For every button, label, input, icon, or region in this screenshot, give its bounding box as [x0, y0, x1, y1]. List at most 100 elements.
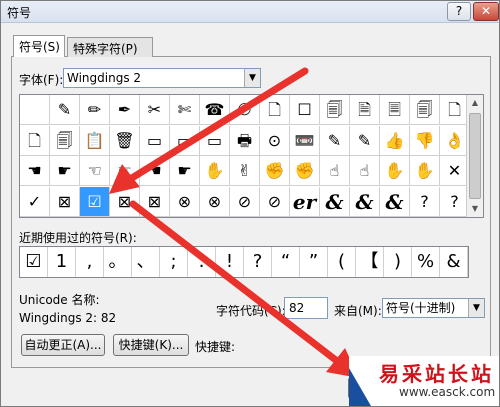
symbol-cell[interactable]: 🖶: [230, 125, 260, 156]
autocorrect-button[interactable]: 自动更正(A)...: [21, 334, 105, 356]
symbol-cell[interactable]: ⊗: [170, 186, 200, 217]
chevron-down-icon[interactable]: ▼: [468, 299, 484, 317]
symbol-cell[interactable]: ☞: [110, 156, 140, 186]
close-button[interactable]: ✕: [473, 2, 499, 21]
tab-symbols[interactable]: 符号(S): [13, 35, 65, 57]
symbol-cell[interactable]: ✎: [350, 125, 380, 156]
symbol-cell[interactable]: ☜: [80, 156, 110, 186]
scroll-thumb[interactable]: [469, 113, 481, 199]
recent-symbol-cell[interactable]: ?: [244, 247, 272, 277]
symbol-cell[interactable]: ✎: [50, 95, 80, 125]
symbol-cell[interactable]: ✋: [410, 156, 440, 186]
chevron-down-icon[interactable]: ▼: [244, 69, 260, 87]
symbol-cell[interactable]: 🗐: [320, 95, 350, 125]
recent-symbol-cell[interactable]: !: [216, 247, 244, 277]
unicode-name-label: Unicode 名称:: [19, 293, 100, 307]
recent-symbol-cell[interactable]: 【: [356, 247, 384, 277]
recent-symbol-cell[interactable]: &: [440, 247, 468, 277]
symbol-grid: ✎ ✏ ✒ ✂ ✄ ☎ ✆ 🗋 ☐ 🗐 🗎 🗏 🗐 🗋 🗋 🗐 📋 🗑 ▭ ▭ ▭ 🖶 ⊙ 📼 ✎ ✎ 👍 👎 👌 ☚ ☛ ☜ ☞ ☚ ☛ ✋ ✌ ✊ ✊ ☝…: [19, 94, 484, 218]
symbol-cell[interactable]: 🗎: [350, 95, 380, 125]
shortcut-label: 快捷键:: [195, 340, 236, 354]
symbol-cell[interactable]: ⊙: [260, 125, 290, 156]
watermark-logo-icon: [349, 368, 371, 406]
recent-symbol-cell[interactable]: ): [384, 247, 412, 277]
tab-special-characters[interactable]: 特殊字符(P): [67, 37, 153, 57]
scroll-up-icon[interactable]: ▲: [467, 95, 483, 111]
unicode-name-value: Wingdings 2: 82: [19, 311, 117, 325]
symbol-cell[interactable]: ☛: [170, 156, 200, 186]
symbol-cell[interactable]: 🗐: [50, 125, 80, 156]
symbol-cell[interactable]: ☐: [290, 95, 320, 125]
symbol-cell[interactable]: 🗏: [380, 95, 410, 125]
recent-symbol-cell[interactable]: %: [412, 247, 440, 277]
recent-symbol-cell[interactable]: ,: [76, 247, 104, 277]
symbol-cell[interactable]: ✂: [140, 95, 170, 125]
symbol-cell[interactable]: 👍: [380, 125, 410, 156]
symbol-cell[interactable]: ✊: [290, 156, 320, 186]
symbol-cell[interactable]: ✌: [230, 156, 260, 186]
recent-symbol-cell[interactable]: ;: [160, 247, 188, 277]
symbol-cell[interactable]: ✄: [170, 95, 200, 125]
symbol-cell[interactable]: 👎: [410, 125, 440, 156]
symbol-cell[interactable]: ✋: [380, 156, 410, 186]
font-select-value: Wingdings 2: [67, 71, 142, 85]
symbol-cell[interactable]: ✏: [80, 95, 110, 125]
recent-symbol-cell[interactable]: 、: [132, 247, 160, 277]
symbol-cell[interactable]: ⊠: [140, 186, 170, 217]
symbol-cell[interactable]: ✓: [20, 186, 50, 217]
symbol-cell[interactable]: &: [320, 186, 350, 217]
symbol-cell[interactable]: ☚: [140, 156, 170, 186]
from-label: 来自(M):: [334, 304, 382, 318]
symbol-cell[interactable]: ☑: [80, 186, 110, 217]
symbol-cell[interactable]: ☝: [320, 156, 350, 186]
recent-symbol-cell[interactable]: ☑: [20, 247, 48, 277]
symbol-cell[interactable]: ▭: [140, 125, 170, 156]
symbol-cell[interactable]: ⊠: [110, 186, 140, 217]
recent-symbol-cell[interactable]: :: [188, 247, 216, 277]
recent-symbol-cell[interactable]: “: [272, 247, 300, 277]
symbol-cell[interactable]: ☎: [200, 95, 230, 125]
symbol-grid-scrollbar[interactable]: ▲ ▼: [466, 95, 483, 217]
window-title: 符号: [7, 6, 32, 20]
symbol-cell[interactable]: ☚: [20, 156, 50, 186]
symbol-cell[interactable]: ▭: [170, 125, 200, 156]
symbol-cell[interactable]: ✆: [230, 95, 260, 125]
font-label: 字体(F):: [19, 73, 64, 87]
symbol-cell[interactable]: ✋: [200, 156, 230, 186]
symbol-cell[interactable]: ☛: [50, 156, 80, 186]
symbol-cell[interactable]: &: [350, 186, 380, 217]
font-select[interactable]: Wingdings 2 ▼: [63, 68, 261, 88]
symbol-cell[interactable]: 🗑: [110, 125, 140, 156]
symbol-cell[interactable]: 🗐: [410, 95, 440, 125]
title-bar: 符号 ? ✕: [1, 1, 499, 23]
symbol-cell[interactable]: &: [380, 186, 410, 217]
symbol-cell[interactable]: 🗋: [260, 95, 290, 125]
symbol-cell[interactable]: ☝: [350, 156, 380, 186]
symbol-cell[interactable]: ⊠: [50, 186, 80, 217]
symbol-cell[interactable]: ✊: [260, 156, 290, 186]
recent-symbol-cell[interactable]: 。: [104, 247, 132, 277]
symbol-cell[interactable]: er: [290, 186, 320, 217]
recent-symbols-label: 近期使用过的符号(R):: [19, 231, 137, 245]
recent-symbol-cell[interactable]: (: [328, 247, 356, 277]
symbol-cell[interactable]: ✒: [110, 95, 140, 125]
help-button[interactable]: ?: [447, 2, 471, 21]
symbol-cell[interactable]: [20, 95, 50, 125]
recent-symbol-cell[interactable]: ”: [300, 247, 328, 277]
symbol-cell[interactable]: ?: [410, 186, 440, 217]
symbol-cell[interactable]: ⊘: [260, 186, 290, 217]
from-select[interactable]: 符号(十进制) ▼: [382, 298, 485, 318]
symbol-cell[interactable]: ✎: [320, 125, 350, 156]
char-code-label: 字符代码(C):: [216, 304, 286, 318]
symbol-cell[interactable]: ⊘: [230, 186, 260, 217]
char-code-input[interactable]: 82: [284, 297, 328, 319]
symbol-cell[interactable]: 📼: [290, 125, 320, 156]
scroll-down-icon[interactable]: ▼: [467, 201, 483, 217]
symbol-cell[interactable]: 🗋: [20, 125, 50, 156]
watermark-title: 易采站长站: [379, 362, 494, 386]
shortcut-key-button[interactable]: 快捷键(K)...: [113, 334, 189, 356]
symbol-cell[interactable]: ▭: [200, 125, 230, 156]
symbol-cell[interactable]: ⊗: [200, 186, 230, 217]
symbol-cell[interactable]: 📋: [80, 125, 110, 156]
recent-symbol-cell[interactable]: 1: [48, 247, 76, 277]
